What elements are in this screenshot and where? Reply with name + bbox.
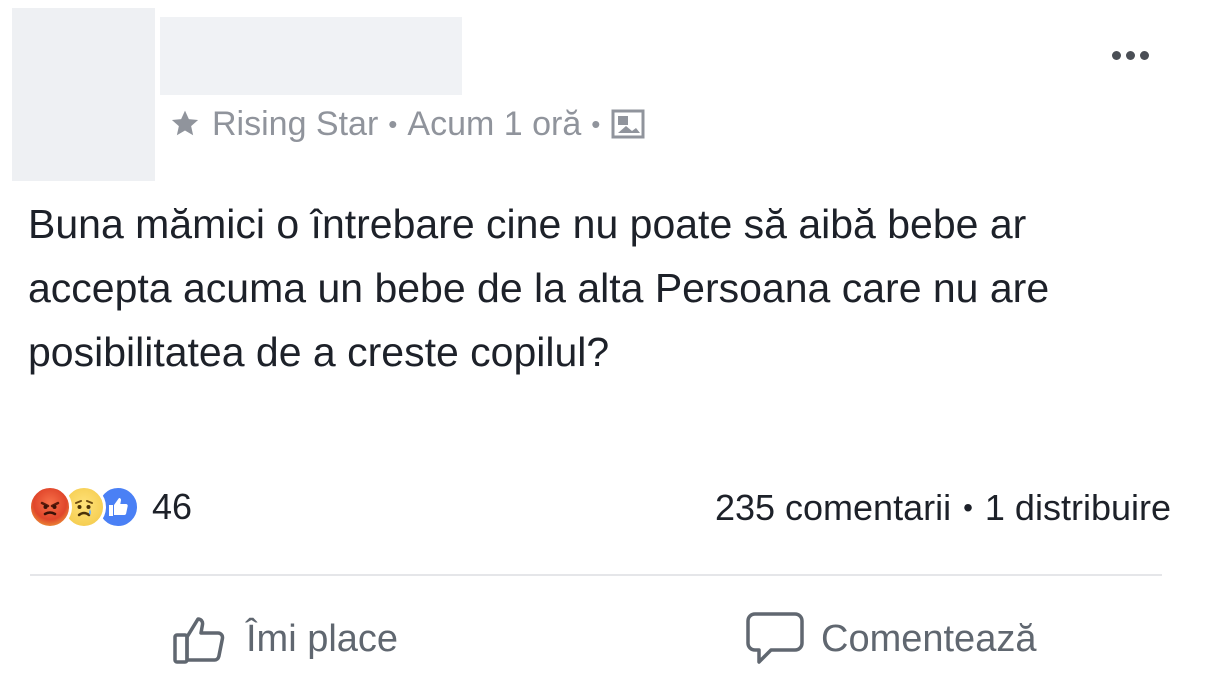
thumbs-up-icon [172, 611, 230, 667]
shares-count-link[interactable]: 1 distribuire [985, 487, 1171, 529]
reactions-summary[interactable]: 46 [28, 482, 192, 532]
post-text: Buna mămici o întrebare cine nu poate să… [28, 201, 1050, 375]
rising-star-icon [168, 108, 202, 140]
post-timestamp[interactable]: Acum 1 oră [407, 105, 581, 144]
like-button[interactable]: Îmi place [172, 608, 398, 670]
dot-icon [1111, 50, 1121, 60]
post-meta: Rising Star • Acum 1 oră • [168, 102, 646, 146]
more-options-button[interactable] [1095, 38, 1165, 72]
divider [30, 574, 1162, 576]
angry-icon [28, 485, 72, 529]
author-avatar[interactable] [12, 8, 155, 181]
meta-separator: • [388, 108, 398, 139]
comment-bubble-icon [745, 610, 805, 668]
engagement-counts: 235 comentarii • 1 distribuire [715, 486, 1171, 530]
dot-icon [1125, 50, 1135, 60]
comment-button-label: Comentează [821, 617, 1037, 660]
dot-icon [1139, 50, 1149, 60]
group-badge-label[interactable]: Rising Star [212, 105, 378, 144]
author-name-redacted[interactable] [160, 17, 462, 95]
stats-separator: • [963, 492, 973, 523]
comments-count-link[interactable]: 235 comentarii [715, 487, 951, 529]
meta-separator: • [591, 108, 601, 139]
photo-audience-icon [610, 108, 646, 140]
comment-button[interactable]: Comentează [745, 608, 1036, 670]
reaction-count: 46 [152, 486, 193, 527]
like-button-label: Îmi place [246, 617, 399, 660]
